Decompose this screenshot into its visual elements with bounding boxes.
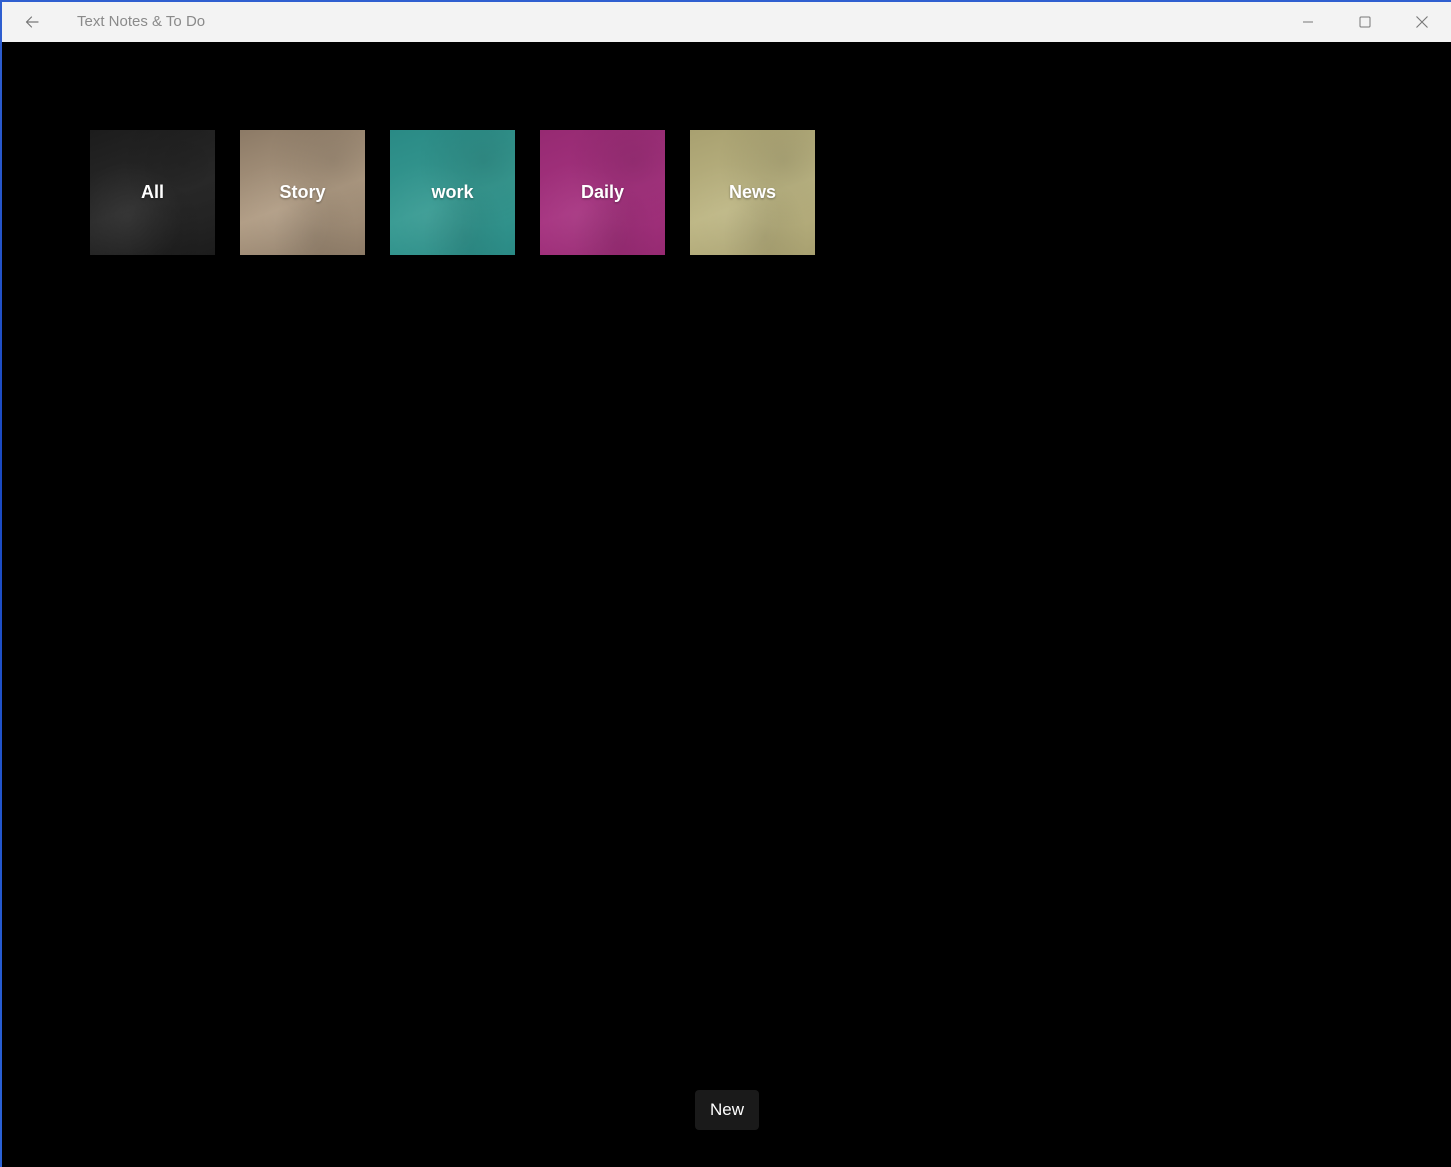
category-tile-label: All: [140, 182, 164, 202]
category-tile-label: work: [431, 182, 474, 202]
close-icon: [1416, 16, 1428, 28]
title-bar: Text Notes & To Do: [2, 2, 1451, 42]
new-note-button[interactable]: New: [695, 1090, 759, 1130]
category-tile-label: Story: [279, 182, 326, 202]
category-tile-story[interactable]: Story: [240, 130, 365, 255]
category-tile-label: News: [728, 182, 777, 202]
back-arrow-icon: [25, 16, 39, 28]
minimize-icon: [1303, 21, 1313, 23]
category-tile-news[interactable]: News: [690, 130, 815, 255]
back-button[interactable]: [10, 2, 54, 42]
app-window: Text Notes & To Do All Story work Daily News…: [2, 2, 1451, 1167]
category-tile-daily[interactable]: Daily: [540, 130, 665, 255]
app-title: Text Notes & To Do: [77, 13, 206, 30]
maximize-icon: [1359, 16, 1371, 28]
category-tile-label: Daily: [580, 182, 625, 202]
category-tile-work[interactable]: work: [390, 130, 515, 255]
category-tile-all[interactable]: All: [90, 130, 215, 255]
maximize-button[interactable]: [1337, 2, 1393, 42]
minimize-button[interactable]: [1280, 2, 1336, 42]
close-button[interactable]: [1394, 2, 1450, 42]
